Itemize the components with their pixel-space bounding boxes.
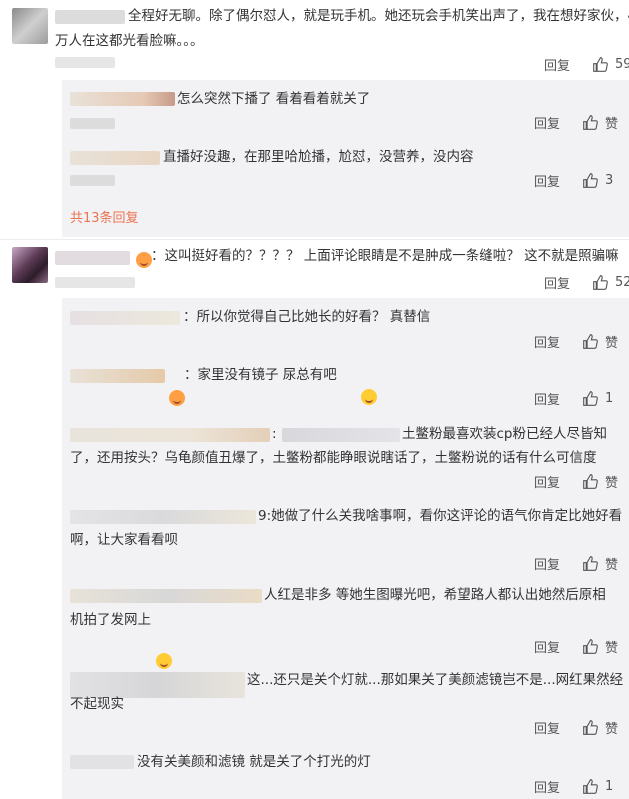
reply-button[interactable]: 回复 [534,171,560,190]
reply-actions: 回复 赞 [534,718,618,737]
reply-text: ：所以你觉得自己比她长的好看？ 真替信 [183,309,431,325]
mention-username[interactable] [282,428,400,442]
thumbs-up-icon[interactable] [582,390,599,407]
reply-button[interactable]: 回复 [534,554,560,573]
like-count: 1 [605,391,614,406]
timestamp [55,57,115,68]
reply-username[interactable] [70,369,165,383]
reply-text: : [272,426,277,442]
username[interactable] [55,10,125,24]
reply-button[interactable]: 回复 [534,637,560,656]
reply-username[interactable] [70,755,134,769]
reply-actions: 回复 3 [534,171,613,190]
reply-text: 直播好没趣，在那里哈尬播，尬怼，没营养，没内容 [163,149,474,165]
thumbs-up-icon[interactable] [582,473,599,490]
reply-text-cont: 机拍了发网上 [70,612,151,628]
thumbs-up-icon[interactable] [592,56,609,73]
reply-button[interactable]: 回复 [534,113,560,132]
avatar[interactable] [12,8,48,44]
reply-button[interactable]: 回复 [534,718,560,737]
grin-emoji-icon [156,653,172,669]
reply-username[interactable] [70,92,175,106]
reply-username[interactable] [70,589,262,603]
comment-text-cont: 万人在这都光看脸嘛。。。 [55,33,204,49]
like-count: 1 [605,779,614,794]
grin-emoji-icon [361,389,378,405]
reply-button[interactable]: 回复 [544,55,570,74]
like-label: 赞 [605,641,619,656]
reply-username[interactable] [70,151,160,165]
reply-button[interactable]: 回复 [534,332,560,351]
reply-actions: 回复 赞 [534,472,618,491]
like-label: 赞 [605,117,619,132]
like-label: 赞 [605,558,619,573]
timestamp [70,118,115,129]
thumbs-up-icon[interactable] [582,114,599,131]
reply-username[interactable] [70,510,256,524]
thumbs-up-icon[interactable] [582,333,599,350]
reply-username[interactable] [70,311,180,325]
thumbs-up-icon[interactable] [582,719,599,736]
thumbs-up-icon[interactable] [582,555,599,572]
comment-text: 全程好无聊。除了偶尔怼人，就是玩手机。她还玩会手机笑出声了，我在想好家伙，4 [128,8,629,24]
reply-text: 这...还只是关个灯就...那如果关了美颜滤镜岂不是...网红果然经 [247,672,624,688]
reply-text: 土鳖粉最喜欢装cp粉已经人尽皆知 [402,426,607,442]
reply-button[interactable]: 回复 [534,389,560,408]
reply-text-cont: 不起现实 [70,696,124,712]
username[interactable] [55,251,130,265]
reply-button[interactable]: 回复 [544,273,570,292]
more-replies-link[interactable]: 共13条回复 [70,207,139,226]
timestamp [55,277,135,288]
comment-text: ：这叫挺好看的？？？？ 上面评论眼睛是不是肿成一条缝啦？ 这不就是照骗嘛 [151,248,619,264]
reply-actions: 回复 赞 [534,554,618,573]
divider [0,239,629,240]
thumbs-up-icon[interactable] [582,638,599,655]
reply-text: 9:她做了什么关我啥事啊，看你这评论的语气你肯定比她好看 [258,508,623,524]
reply-actions: 回复 1 [534,777,613,796]
reply-username[interactable] [70,428,270,442]
thumbs-up-icon[interactable] [592,274,609,291]
reply-button[interactable]: 回复 [534,777,560,796]
reply-text: 人红是非多 等她生图曝光吧，希望路人都认出她然后原相 [264,587,606,603]
like-label: 赞 [605,722,619,737]
reply-text-cont: 了，还用按头？乌龟颜值丑爆了，土鳖粉都能睁眼说瞎话了，土鳖粉说的话有什么可信度 [70,450,597,466]
like-label: 赞 [605,476,619,491]
reply-actions: 回复 赞 [534,637,618,656]
like-count: 52 [615,275,629,290]
like-count: 59 [615,57,629,72]
avatar[interactable] [12,247,48,283]
timestamp [70,175,115,186]
reply-actions: 回复 赞 [534,113,618,132]
like-label: 赞 [605,336,619,351]
reply-button[interactable]: 回复 [534,472,560,491]
reply-actions: 回复 赞 [534,332,618,351]
angry-emoji-icon [136,252,152,268]
reply-text: 怎么突然下播了 看着看着就关了 [177,91,371,107]
comment-actions: 回复 59 [544,55,629,74]
reply-text-cont: 啊，让大家看看呗 [70,532,178,548]
comment-actions: 回复 52 [544,273,629,292]
thumbs-up-icon[interactable] [582,778,599,795]
reply-text: ：家里没有镜子 尿总有吧 [184,367,337,383]
like-count: 3 [605,173,614,188]
reply-actions: 回复 1 [534,389,613,408]
thumbs-up-icon[interactable] [582,172,599,189]
reply-text: 没有关美颜和滤镜 就是关了个打光的灯 [137,754,371,770]
angry-emoji-icon [169,390,185,406]
